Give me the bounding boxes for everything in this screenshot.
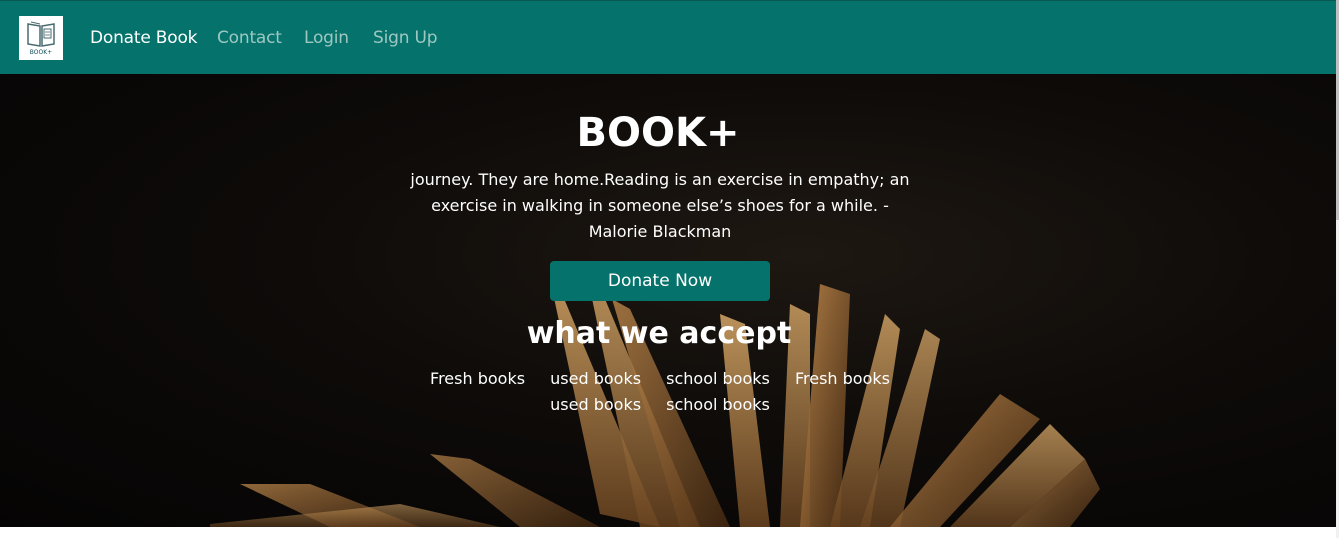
accept-list: Fresh books used books school books Fres… [420, 366, 900, 418]
accept-title: what we accept [526, 316, 792, 351]
accept-item: Fresh books [430, 369, 526, 388]
brand-logo[interactable]: BOOK+ [19, 16, 63, 60]
logo-text: BOOK+ [29, 49, 53, 56]
navbar: BOOK+ Donate Book Contact Login Sign Up [0, 0, 1336, 74]
donate-now-button[interactable]: Donate Now [550, 261, 770, 301]
hero-section: BOOK+ journey. They are home.Reading is … [0, 74, 1336, 527]
nav-donate-book[interactable]: Donate Book [90, 27, 198, 49]
book-logo-icon [27, 21, 55, 47]
accept-item: school books [666, 369, 770, 388]
accept-item: Fresh books [794, 369, 890, 388]
nav-login[interactable]: Login [304, 27, 349, 49]
nav-sign-up[interactable]: Sign Up [373, 27, 438, 49]
hero-title: BOOK+ [576, 110, 740, 156]
accept-item: used books [550, 369, 642, 388]
hero-quote: journey. They are home.Reading is an exe… [410, 170, 910, 241]
accept-item: school books [666, 395, 770, 414]
page-bottom [0, 527, 1336, 538]
accept-item: used books [550, 395, 642, 414]
nav-contact[interactable]: Contact [217, 27, 282, 49]
